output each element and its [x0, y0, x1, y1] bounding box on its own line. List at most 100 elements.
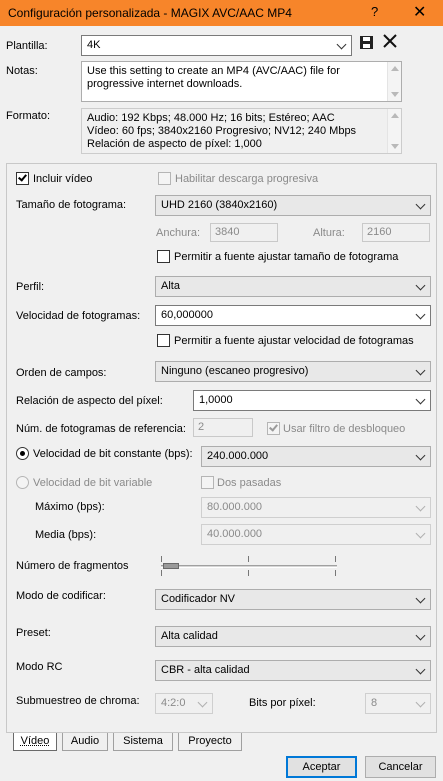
formato-label: Formato:: [6, 110, 51, 122]
descarga-progresiva-label: Habilitar descarga progresiva: [175, 173, 319, 185]
submuestreo-label: Submuestreo de chroma:: [16, 695, 140, 707]
modo-rc-select[interactable]: CBR - alta calidad: [155, 660, 431, 681]
maximo-value: 80.000.000: [207, 501, 263, 513]
formato-textarea: Audio: 192 Kbps; 48.000 Hz; 16 bits; Est…: [81, 108, 402, 154]
slider-tick: [161, 556, 162, 562]
modo-codificar-value: Codificador NV: [161, 593, 235, 605]
permitir-tamano-checkbox[interactable]: [157, 250, 170, 263]
chevron-down-icon: [198, 697, 208, 707]
formato-scrollbar[interactable]: [387, 109, 401, 153]
perfil-select[interactable]: Alta: [155, 276, 431, 297]
tamano-value: UHD 2160 (3840x2160): [161, 199, 278, 211]
relacion-select[interactable]: 1,0000: [193, 390, 431, 411]
perfil-label: Perfil:: [16, 281, 45, 293]
chevron-down-icon: [416, 630, 426, 640]
bit-constante-label: Velocidad de bit constante (bps):: [33, 448, 193, 460]
descarga-progresiva-checkbox[interactable]: [158, 172, 171, 185]
modo-codificar-select[interactable]: Codificador NV: [155, 589, 431, 610]
notas-scrollbar[interactable]: [387, 62, 401, 101]
media-select[interactable]: 40.000.000: [201, 524, 431, 545]
chevron-down-icon: [416, 309, 426, 319]
dos-pasadas-label: Dos pasadas: [217, 477, 282, 489]
notas-textarea[interactable]: Use this setting to create an MP4 (AVC/A…: [81, 61, 402, 102]
tab-sistema[interactable]: Sistema: [113, 733, 173, 751]
orden-label: Orden de campos:: [16, 367, 107, 379]
permitir-velocidad-checkbox[interactable]: [157, 334, 170, 347]
chevron-down-icon: [416, 664, 426, 674]
formato-line: Audio: 192 Kbps; 48.000 Hz; 16 bits; Est…: [87, 112, 335, 124]
modo-codificar-label: Modo de codificar:: [16, 590, 106, 602]
bit-constante-radio[interactable]: [16, 447, 29, 460]
media-value: 40.000.000: [207, 528, 263, 540]
chevron-down-icon: [416, 365, 426, 375]
preset-select[interactable]: Alta calidad: [155, 626, 431, 647]
bits-pixel-value: 8: [371, 697, 378, 709]
tab-video[interactable]: Vídeo: [13, 733, 57, 751]
dos-pasadas-checkbox[interactable]: [201, 476, 214, 489]
incluir-video-checkbox[interactable]: [16, 172, 29, 185]
formato-line: Relación de aspecto de píxel: 1,000: [87, 138, 262, 150]
submuestreo-value: 4:2:0: [161, 697, 186, 709]
relacion-value: 1,0000: [199, 394, 233, 406]
chevron-down-icon: [416, 593, 426, 603]
window-title: Configuración personalizada - MAGIX AVC/…: [8, 6, 292, 20]
submuestreo-select[interactable]: 4:2:0: [155, 693, 213, 714]
modo-rc-label: Modo RC: [16, 661, 63, 673]
delete-icon[interactable]: [382, 33, 398, 49]
vel-fotogramas-select[interactable]: 60,000000: [155, 305, 431, 326]
bit-constante-value: 240.000.000: [207, 450, 269, 462]
vel-fotogramas-value: 60,000000: [161, 309, 213, 321]
plantilla-select[interactable]: 4K: [81, 35, 352, 56]
notas-label: Notas:: [6, 65, 38, 77]
bit-variable-radio[interactable]: [16, 476, 29, 489]
fragmentos-slider-track[interactable]: [161, 565, 337, 568]
permitir-tamano-label: Permitir a fuente ajustar tamaño de foto…: [174, 251, 399, 263]
num-ref-label: Núm. de fotogramas de referencia:: [16, 423, 186, 435]
slider-tick: [248, 570, 249, 576]
bit-constante-select[interactable]: 240.000.000: [201, 446, 431, 467]
save-icon[interactable]: [359, 35, 374, 50]
notas-text: Use this setting to create an MP4 (AVC/A…: [87, 65, 340, 90]
modo-rc-value: CBR - alta calidad: [161, 664, 250, 676]
close-icon[interactable]: ✕: [413, 2, 426, 22]
orden-select[interactable]: Ninguno (escaneo progresivo): [155, 361, 431, 382]
media-label: Media (bps):: [35, 529, 97, 541]
slider-tick: [335, 570, 336, 576]
slider-tick: [335, 556, 336, 562]
tamano-select[interactable]: UHD 2160 (3840x2160): [155, 195, 431, 216]
usar-filtro-checkbox[interactable]: [267, 422, 280, 435]
preset-value: Alta calidad: [161, 630, 218, 642]
fragmentos-label: Número de fragmentos: [16, 560, 129, 572]
tab-proyecto[interactable]: Proyecto: [178, 733, 242, 751]
help-icon[interactable]: ?: [371, 4, 378, 19]
chevron-down-icon: [416, 280, 426, 290]
tamano-label: Tamaño de fotograma:: [16, 199, 127, 211]
altura-input[interactable]: 2160: [362, 223, 430, 242]
bit-variable-label: Velocidad de bit variable: [33, 477, 153, 489]
accept-button[interactable]: Aceptar: [286, 756, 357, 778]
slider-tick: [161, 570, 162, 576]
orden-value: Ninguno (escaneo progresivo): [161, 365, 309, 377]
cancel-button[interactable]: Cancelar: [365, 756, 436, 778]
vel-fotogramas-label: Velocidad de fotogramas:: [16, 310, 141, 322]
permitir-velocidad-label: Permitir a fuente ajustar velocidad de f…: [174, 335, 414, 347]
bits-pixel-label: Bits por píxel:: [249, 697, 316, 709]
anchura-label: Anchura:: [156, 227, 201, 239]
num-ref-input[interactable]: 2: [193, 418, 253, 437]
chevron-down-icon: [416, 501, 426, 511]
chevron-down-icon: [416, 450, 426, 460]
perfil-value: Alta: [161, 280, 180, 292]
plantilla-value: 4K: [87, 39, 101, 51]
anchura-input[interactable]: 3840: [210, 223, 278, 242]
bits-pixel-select[interactable]: 8: [365, 693, 431, 714]
incluir-video-label: Incluir vídeo: [33, 173, 93, 185]
title-bar: Configuración personalizada - MAGIX AVC/…: [0, 0, 443, 26]
preset-label: Preset:: [16, 627, 51, 639]
tab-audio[interactable]: Audio: [62, 733, 108, 751]
chevron-down-icon: [337, 39, 347, 49]
plantilla-label: Plantilla:: [6, 40, 48, 52]
slider-tick: [248, 556, 249, 562]
chevron-down-icon: [416, 697, 426, 707]
maximo-select[interactable]: 80.000.000: [201, 497, 431, 518]
fragmentos-slider-thumb[interactable]: [163, 563, 179, 569]
